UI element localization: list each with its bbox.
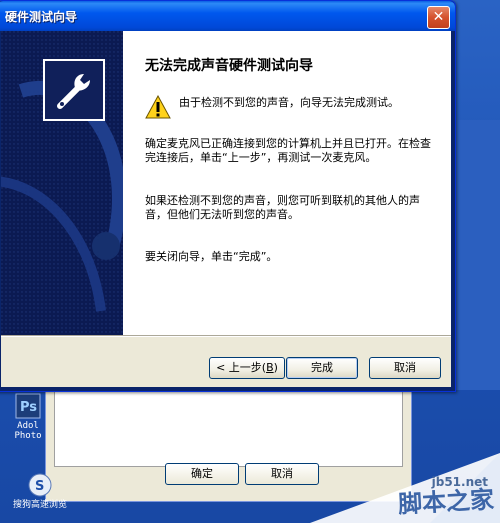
watermark-text: 脚本之家 xyxy=(397,485,495,519)
close-button[interactable]: ✕ xyxy=(427,6,450,29)
desktop-icon-label: 搜狗高速浏览 xyxy=(12,500,67,510)
wizard-content: 无法完成声音硬件测试向导 由于检测不到您的声音，向导无法完成测试。 确定麦克风已… xyxy=(123,31,451,335)
sogou-browser-icon: S xyxy=(27,472,53,498)
window-title: 硬件测试向导 xyxy=(5,10,78,24)
desktop-icon-sogou-browser[interactable]: S 搜狗高速浏览 xyxy=(4,472,76,510)
background-cancel-button[interactable]: 取消 xyxy=(245,463,319,485)
background-ok-button[interactable]: 确定 xyxy=(165,463,239,485)
back-button-suffix: ) xyxy=(273,361,278,374)
wizard-window: 硬件测试向导 ✕ 无法完成声音硬件测试向导 由于检测不到您的声音，向导无法完成测… xyxy=(0,0,456,392)
hearing-note: 如果还检测不到您的声音，则您可听到联机的其他人的声音，但他们无法听到您的声音。 xyxy=(145,194,420,221)
wizard-logo xyxy=(43,59,105,121)
back-button[interactable]: < 上一步(B) xyxy=(209,357,285,379)
background-window-edge xyxy=(452,120,500,390)
wrench-icon xyxy=(57,74,90,109)
warning-message: 由于检测不到您的声音，向导无法完成测试。 xyxy=(179,96,399,109)
desktop-icon-photoshop[interactable]: Ps Adol Photo xyxy=(8,393,48,441)
wizard-side-banner xyxy=(1,31,123,335)
cancel-button[interactable]: 取消 xyxy=(369,357,441,379)
wizard-heading: 无法完成声音硬件测试向导 xyxy=(145,58,313,74)
microphone-instructions: 确定麦克风已正确连接到您的计算机上并且已打开。在检查完连接后，单击“上一步”，再… xyxy=(145,137,431,164)
wizard-body: 无法完成声音硬件测试向导 由于检测不到您的声音，向导无法完成测试。 确定麦克风已… xyxy=(1,31,451,387)
back-button-accesskey: B xyxy=(266,361,274,374)
photoshop-icon: Ps xyxy=(15,393,41,419)
finish-button[interactable]: 完成 xyxy=(286,357,358,379)
svg-text:S: S xyxy=(35,479,44,494)
desktop-icon-label: Adol xyxy=(17,421,39,431)
desktop-icon-label: Photo xyxy=(14,431,42,441)
close-instructions: 要关闭向导，单击“完成”。 xyxy=(145,250,278,263)
close-icon: ✕ xyxy=(432,9,445,25)
back-button-label: < 上一步( xyxy=(216,361,267,374)
warning-icon xyxy=(145,95,171,119)
svg-text:Ps: Ps xyxy=(20,400,37,415)
title-bar[interactable]: 硬件测试向导 ✕ xyxy=(0,1,455,31)
button-separator xyxy=(1,335,451,337)
